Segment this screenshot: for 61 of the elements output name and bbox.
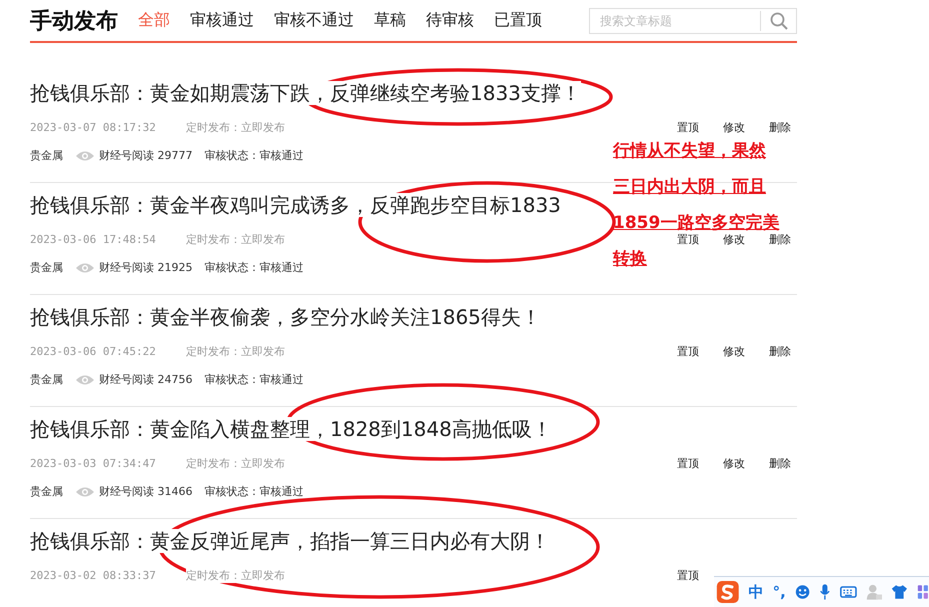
- search-field[interactable]: 搜索文章标题: [589, 8, 797, 34]
- action-link[interactable]: 置顶: [677, 568, 699, 582]
- action-link[interactable]: 删除: [769, 344, 791, 358]
- category-text: 贵金属: [30, 372, 63, 387]
- read-count: 财经号阅读 31466: [99, 484, 192, 499]
- schedule-text: 定时发布：立即发布: [186, 120, 285, 134]
- action-link[interactable]: 删除: [769, 120, 791, 134]
- read-count: 财经号阅读 29777: [99, 148, 192, 163]
- action-link[interactable]: 置顶: [677, 456, 699, 470]
- tab[interactable]: 草稿: [374, 6, 406, 35]
- annotation-text: 三日内出大阴，而且: [613, 176, 767, 198]
- microphone-icon: [818, 582, 831, 602]
- schedule-text: 定时发布：立即发布: [186, 456, 285, 470]
- publish-date: 2023-03-07 08:17:32: [30, 120, 157, 134]
- action-link[interactable]: 修改: [723, 344, 745, 358]
- read-count: 财经号阅读 24756: [99, 372, 192, 387]
- eye-icon: [75, 486, 95, 498]
- review-status: 审核状态：审核通过: [204, 260, 304, 275]
- action-link[interactable]: 置顶: [677, 344, 699, 358]
- article-title[interactable]: 抢钱俱乐部：黄金如期震荡下跌，反弹继续空考验1833支撑！: [30, 81, 581, 105]
- publish-date: 2023-03-06 17:48:54: [30, 232, 157, 246]
- review-status: 审核状态：审核通过: [204, 484, 304, 499]
- schedule-text: 定时发布：立即发布: [186, 568, 285, 582]
- category-text: 贵金属: [30, 484, 63, 499]
- tab[interactable]: 审核不通过: [274, 6, 354, 35]
- eye-icon: [75, 374, 95, 386]
- tab[interactable]: 审核通过: [190, 6, 254, 35]
- tab[interactable]: 待审核: [426, 6, 474, 35]
- eye-icon: [75, 262, 95, 274]
- schedule-text: 定时发布：立即发布: [186, 232, 285, 246]
- schedule-text: 定时发布：立即发布: [186, 344, 285, 358]
- article-title[interactable]: 抢钱俱乐部：黄金半夜鸡叫完成诱多，反弹跑步空目标1833: [30, 193, 561, 217]
- action-link[interactable]: 删除: [769, 232, 791, 246]
- review-status: 审核状态：审核通过: [204, 372, 304, 387]
- read-count: 财经号阅读 21925: [99, 260, 192, 275]
- publish-date: 2023-03-06 07:45:22: [30, 344, 157, 358]
- shirt-icon: [891, 583, 908, 601]
- eye-icon: [75, 150, 95, 162]
- action-link[interactable]: 删除: [769, 456, 791, 470]
- publish-date: 2023-03-03 07:34:47: [30, 456, 157, 470]
- category-text: 贵金属: [30, 260, 63, 275]
- user-icon: [866, 582, 882, 602]
- review-status: 审核状态：审核通过: [204, 148, 304, 163]
- smiley-icon: [794, 583, 810, 601]
- action-link[interactable]: 置顶: [677, 232, 699, 246]
- category-text: 贵金属: [30, 148, 63, 163]
- page-title: 手动发布: [30, 8, 118, 36]
- punctuation-toggle[interactable]: °,: [772, 583, 786, 601]
- input-mode-toggle[interactable]: 中: [748, 582, 764, 602]
- tab[interactable]: 已置顶: [494, 6, 542, 35]
- annotation-text: 转换: [613, 248, 648, 270]
- grid-icon: [917, 583, 929, 601]
- search-icon: [770, 12, 788, 30]
- publish-date: 2023-03-02 08:33:37: [30, 568, 157, 582]
- action-link[interactable]: 修改: [723, 120, 745, 134]
- action-link[interactable]: 置顶: [677, 120, 699, 134]
- keyboard-icon: [840, 584, 857, 600]
- action-link[interactable]: 修改: [723, 456, 745, 470]
- annotation-text: 1859一路空多空完美: [613, 212, 780, 234]
- annotation-text: 行情从不失望，果然: [613, 140, 767, 162]
- action-link[interactable]: 修改: [723, 232, 745, 246]
